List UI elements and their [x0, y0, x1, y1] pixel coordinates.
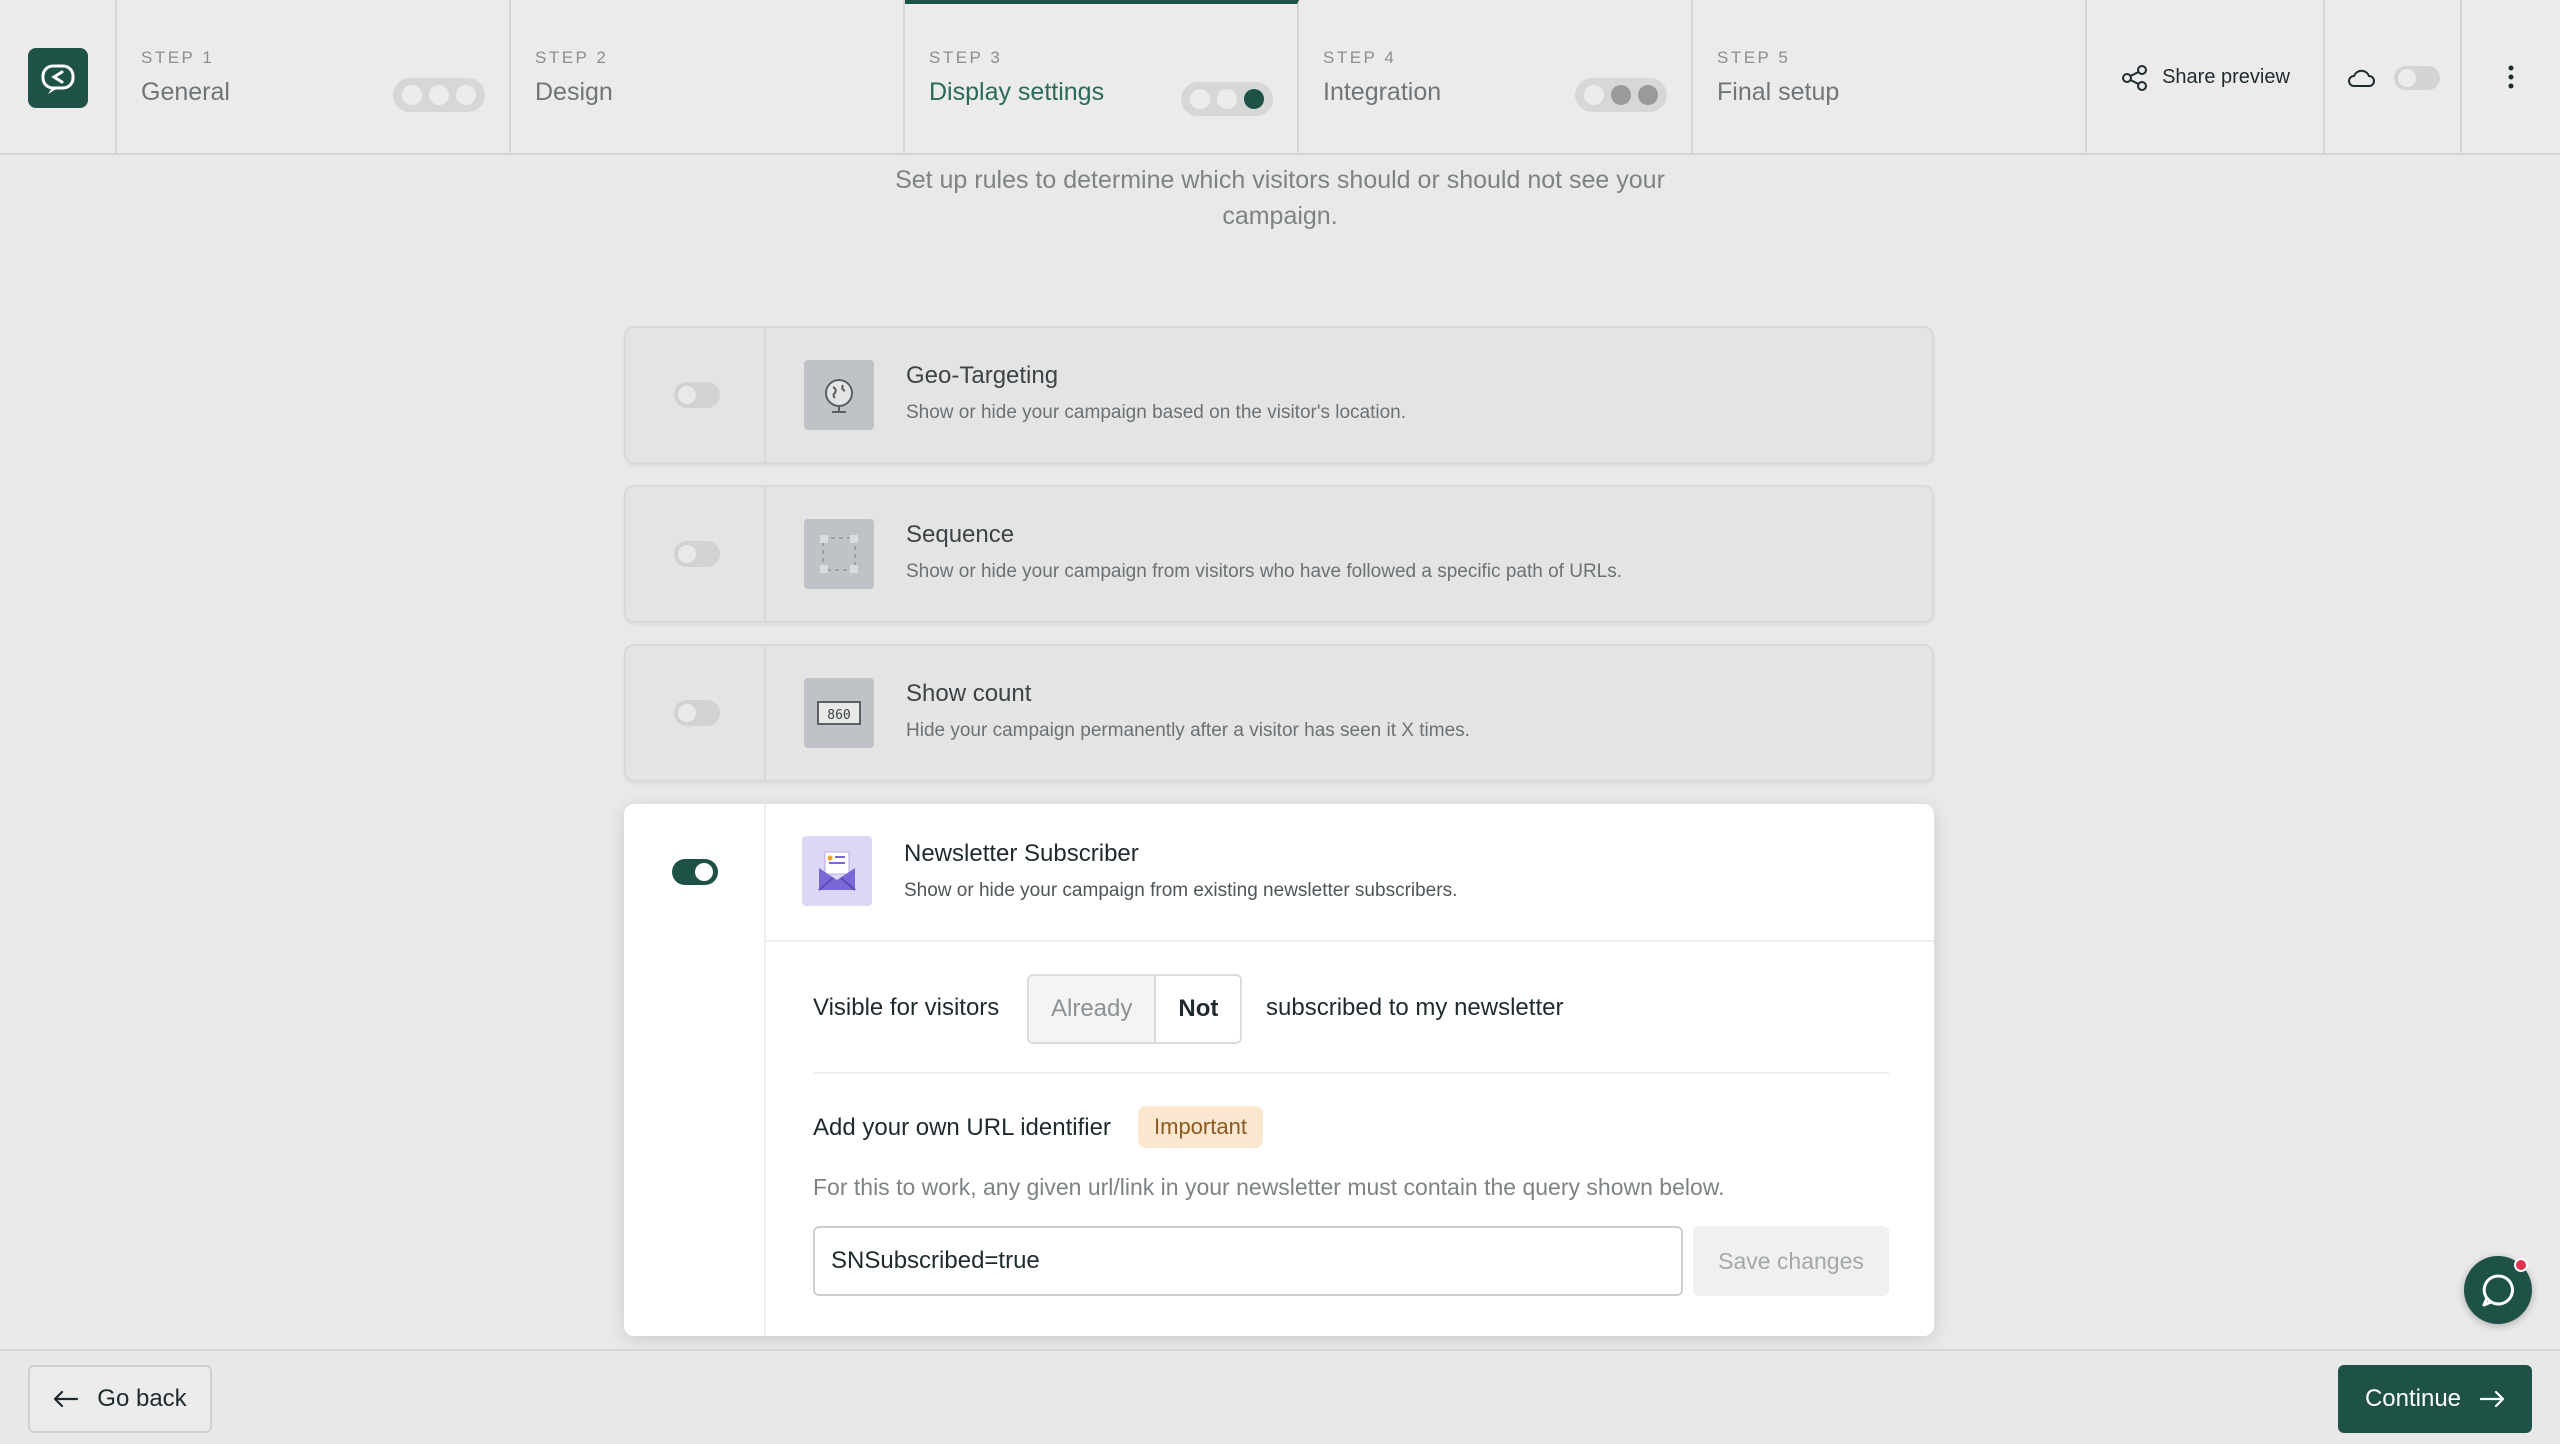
chat-bubble-icon: [2482, 1274, 2514, 1307]
step-number: STEP 2: [535, 48, 609, 67]
progress-dot: [1637, 85, 1658, 105]
svg-text:860: 860: [827, 708, 850, 723]
go-back-button[interactable]: Go back: [28, 1365, 212, 1433]
rule-card-sequence[interactable]: Sequence Show or hide your campaign from…: [624, 485, 1934, 623]
rule-card-newsletter-subscriber: Newsletter Subscriber Show or hide your …: [624, 804, 1934, 1336]
step-general[interactable]: STEP 1 General: [117, 0, 511, 155]
progress-dot: [1190, 89, 1211, 109]
chat-share-logo-icon: [41, 64, 74, 94]
logo-cell: [0, 0, 117, 155]
rule-title: Newsletter Subscriber: [904, 840, 1139, 867]
globe-icon: [804, 360, 874, 430]
progress-dot: [1216, 89, 1237, 109]
cloud-sync-toggle[interactable]: [2393, 65, 2440, 90]
notification-dot: [2514, 1258, 2528, 1272]
visible-for-visitors-label: Visible for visitors: [813, 994, 1000, 1021]
support-chat-button[interactable]: [2464, 1256, 2532, 1324]
progress-dot: [1243, 89, 1264, 109]
step-progress-dots: [1181, 82, 1273, 116]
cloud-icon: [2347, 69, 2375, 87]
share-icon: [2122, 64, 2148, 91]
newsletter-envelope-icon: [802, 836, 872, 906]
rule-card-show-count[interactable]: 860 Show count Hide your campaign perman…: [624, 644, 1934, 782]
step-number: STEP 3: [929, 48, 1003, 67]
step-number: STEP 1: [141, 48, 215, 67]
step-name: Design: [535, 78, 613, 106]
sequence-icon: [804, 519, 874, 589]
continue-label: Continue: [2364, 1385, 2462, 1412]
progress-dot: [402, 85, 423, 105]
rule-description: Hide your campaign permanently after a v…: [906, 720, 1470, 741]
important-badge: Important: [1138, 1106, 1263, 1148]
more-menu-button[interactable]: [2462, 0, 2560, 153]
continue-button[interactable]: Continue: [2338, 1365, 2532, 1433]
rule-title: Geo-Targeting: [906, 362, 1059, 389]
rule-description: Show or hide your campaign based on the …: [906, 402, 1407, 423]
step-design[interactable]: STEP 2 Design: [511, 0, 905, 155]
option-already-button[interactable]: Already: [1029, 976, 1155, 1042]
step-display-settings[interactable]: STEP 3 Display settings: [905, 0, 1299, 155]
share-preview-button[interactable]: Share preview: [2087, 0, 2325, 155]
sequence-toggle[interactable]: [674, 541, 720, 567]
progress-dot: [1610, 85, 1631, 105]
url-identifier-label: Add your own URL identifier: [813, 1114, 1111, 1141]
counter-icon: 860: [804, 678, 874, 748]
toggle-column: [626, 487, 766, 621]
newsletter-subscriber-toggle[interactable]: [672, 859, 718, 885]
progress-dot: [428, 85, 449, 105]
arrow-right-icon: [2479, 1390, 2505, 1408]
toggle-column: [626, 646, 766, 780]
go-back-label: Go back: [97, 1385, 187, 1412]
url-identifier-input[interactable]: [813, 1226, 1683, 1296]
vertical-dots-icon: [2508, 65, 2514, 88]
toggle-column: [626, 328, 766, 462]
step-number: STEP 4: [1323, 48, 1397, 67]
step-final-setup[interactable]: STEP 5 Final setup: [1693, 0, 2087, 155]
share-preview-label: Share preview: [2162, 66, 2290, 88]
rule-description: Show or hide your campaign from existing…: [904, 880, 1458, 901]
option-not-button[interactable]: Not: [1154, 976, 1241, 1042]
toggle-column: [624, 804, 766, 1336]
url-identifier-help-text: For this to work, any given url/link in …: [813, 1174, 1725, 1200]
rule-title: Show count: [906, 680, 1032, 707]
arrow-left-icon: [54, 1390, 79, 1408]
save-changes-button[interactable]: Save changes: [1693, 1226, 1889, 1296]
section-description: Set up rules to determine which visitors…: [895, 166, 1665, 230]
subscription-segmented-control: Already Not: [1027, 974, 1243, 1044]
footer-bar: Go back Continue: [0, 1349, 2560, 1444]
rule-card-geo-targeting[interactable]: Geo-Targeting Show or hide your campaign…: [624, 326, 1934, 464]
step-name: Final setup: [1717, 78, 1840, 106]
progress-dot: [1584, 85, 1605, 105]
divider: [766, 940, 1934, 942]
step-navigation-bar: STEP 1 General STEP 2 Design STEP 3 Disp…: [0, 0, 2560, 155]
app-logo[interactable]: [27, 47, 88, 108]
step-number: STEP 5: [1717, 48, 1791, 67]
geo-targeting-toggle[interactable]: [674, 382, 720, 408]
divider: [813, 1072, 1889, 1074]
step-progress-dots: [393, 78, 485, 112]
progress-dot: [455, 85, 476, 105]
cloud-sync-area: [2325, 0, 2462, 155]
subscribed-suffix-label: subscribed to my newsletter: [1266, 994, 1564, 1021]
show-count-toggle[interactable]: [674, 700, 720, 726]
rule-title: Sequence: [906, 521, 1015, 548]
step-integration[interactable]: STEP 4 Integration: [1299, 0, 1693, 155]
rule-description: Show or hide your campaign from visitors…: [906, 561, 1623, 582]
step-progress-dots: [1575, 78, 1667, 112]
